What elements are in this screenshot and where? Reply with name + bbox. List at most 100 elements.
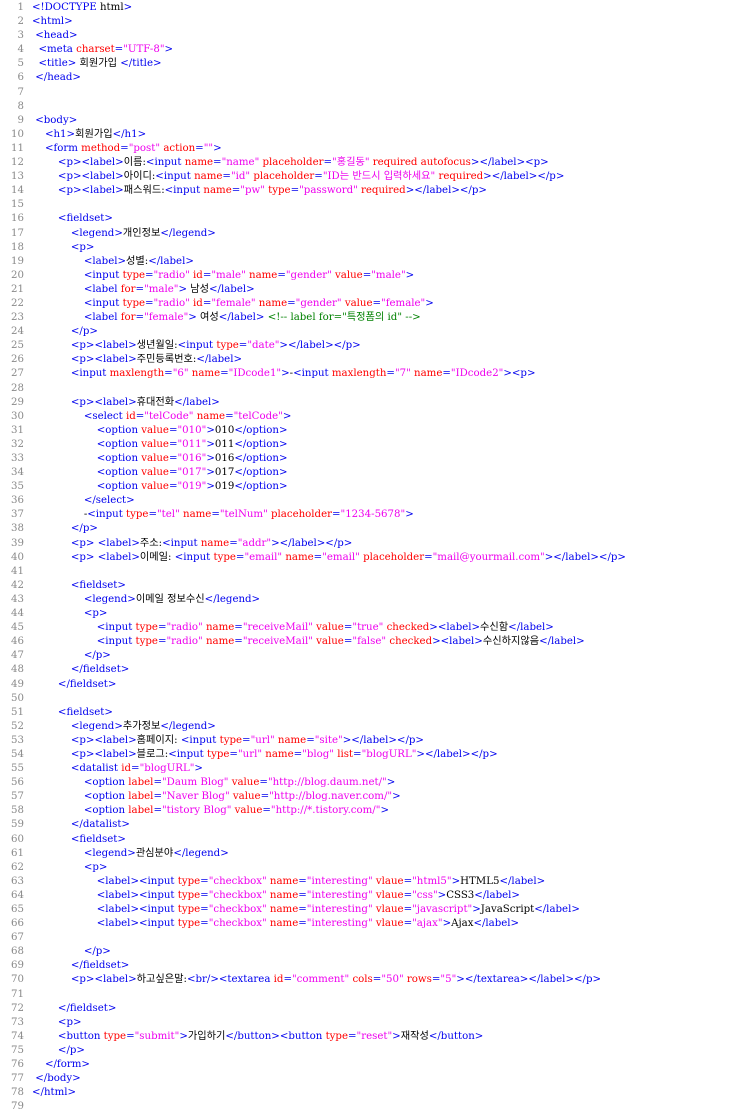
attribute-token: charset — [76, 44, 115, 56]
line-number: 25 — [11, 340, 24, 352]
code-text: <legend>추가정보</legend> — [32, 720, 740, 734]
tag-token: > — [380, 805, 389, 817]
code-text: <p><label>휴대전화</label> — [32, 396, 740, 410]
tag-token: <body> — [32, 114, 78, 126]
attribute-token: method — [81, 142, 121, 154]
tag-token: </option> — [234, 467, 288, 479]
tag-token: <p><label> — [32, 734, 137, 746]
code-text: <p><label>이름:<input name="name" placehol… — [32, 156, 740, 170]
tag-token: <p><label> — [32, 748, 137, 760]
text-token: 011 — [214, 438, 235, 450]
tag-token: <option — [32, 777, 129, 789]
attribute-token: name — [184, 157, 214, 169]
code-line: 59 </datalist> — [0, 818, 740, 832]
code-text: </p> — [32, 1044, 740, 1058]
code-text: <option value="017">017</option> — [32, 466, 740, 480]
tag-token: = — [200, 904, 209, 915]
line-number: 42 — [11, 579, 24, 591]
text-token: 019 — [214, 481, 235, 493]
tag-token: = — [145, 269, 154, 281]
code-line: 2 <html> — [0, 15, 740, 29]
attribute-token: maxlength — [331, 368, 387, 380]
code-text: <option label="tistory Blog" value="http… — [32, 804, 740, 818]
line-number: 57 — [11, 791, 24, 803]
line-number: 60 — [11, 833, 24, 845]
tag-token: = — [362, 269, 372, 281]
value-token: "javascript" — [412, 904, 473, 915]
line-number: 34 — [11, 467, 24, 479]
tag-token: <datalist — [32, 763, 122, 775]
tag-token: ><label> — [429, 622, 481, 634]
line-number: 58 — [11, 805, 24, 817]
value-token: "html5" — [412, 875, 452, 887]
line-number: 56 — [11, 777, 24, 789]
tag-token: <fieldset> — [32, 833, 126, 845]
code-line: 51 <fieldset> — [0, 706, 740, 720]
line-number: 4 — [17, 44, 24, 56]
code-line: 1 <!DOCTYPE html> — [0, 1, 740, 15]
tag-token: = — [347, 1030, 357, 1042]
tag-token: <p><label> — [32, 340, 137, 352]
attribute-token: name — [194, 171, 223, 183]
code-line: 64 <label><input type="checkbox" name="i… — [0, 889, 740, 903]
line-number: 35 — [11, 481, 24, 493]
attribute-token: name — [188, 368, 221, 380]
attribute-token: name — [203, 185, 232, 197]
line-number: 54 — [11, 748, 24, 760]
code-editor[interactable]: 1 <!DOCTYPE html> 2 <html> 3 <head> 4 <meta c… — [0, 0, 740, 1118]
line-number: 69 — [11, 960, 24, 972]
attribute-token: name — [266, 889, 299, 901]
code-line: 54 <p><label>블로그:<input type="url" name=… — [0, 748, 740, 762]
code-text: <legend>개인정보</legend> — [32, 227, 740, 241]
code-text: <label><input type="checkbox" name="inte… — [32, 875, 740, 889]
line-number: 55 — [11, 763, 24, 775]
tag-token: = — [298, 904, 307, 915]
code-text: <p> <label>이메일: <input type="email" name… — [32, 551, 740, 565]
attribute-token: id — [273, 974, 284, 986]
code-line: 57 <option label="Naver Blog" value="htt… — [0, 790, 740, 804]
line-number: 29 — [11, 396, 24, 408]
tag-token: ></label></p> — [271, 537, 353, 549]
code-line: 62 <p> — [0, 861, 740, 875]
tag-token: </label> — [474, 889, 520, 901]
attribute-token: required autofocus — [369, 157, 471, 169]
code-text: <input type="radio" name="receiveMail" v… — [32, 621, 740, 635]
value-token: "blogURL" — [361, 748, 417, 760]
code-line: 28 — [0, 382, 740, 396]
line-number: 76 — [11, 1059, 24, 1071]
line-number: 53 — [11, 734, 24, 746]
line-number: 23 — [11, 312, 24, 324]
tag-token: = — [353, 748, 362, 760]
line-number: 49 — [11, 678, 24, 690]
code-line: 45 <input type="radio" name="receiveMail… — [0, 621, 740, 635]
code-line: 8 — [0, 100, 740, 114]
text-token: 가입하기 — [187, 1030, 226, 1042]
tag-token: = — [293, 748, 303, 760]
code-line: 31 <option value="010">010</option> — [0, 424, 740, 438]
attribute-token: placeholder — [359, 551, 425, 563]
tag-token: = — [225, 410, 234, 422]
tag-token: > — [206, 481, 215, 493]
code-line: 44 <p> — [0, 607, 740, 621]
code-line: 18 <p> — [0, 241, 740, 255]
tag-token: ></label></p> — [405, 185, 487, 197]
text-token: html — [100, 2, 124, 13]
code-line: 32 <option value="011">011</option> — [0, 438, 740, 452]
attribute-token: checked — [383, 622, 430, 634]
tag-token: </label> — [499, 875, 546, 887]
tag-token: <label><input — [32, 918, 178, 930]
tag-token: = — [234, 622, 243, 634]
tag-token: = — [229, 748, 238, 760]
code-line: 69 </fieldset> — [0, 959, 740, 973]
tag-token: </option> — [234, 453, 288, 464]
attribute-token: type — [177, 875, 201, 887]
value-token: "011" — [177, 438, 207, 450]
tag-token: > — [405, 269, 415, 281]
code-line: 55 <datalist id="blogURL"> — [0, 762, 740, 776]
code-line: 19 <label>성별:</label> — [0, 255, 740, 269]
tag-token: = — [283, 974, 292, 986]
value-token: "5" — [440, 974, 457, 986]
tag-token: > — [213, 142, 222, 154]
value-token: "1234-5678" — [340, 509, 406, 521]
tag-token: > — [164, 44, 174, 56]
